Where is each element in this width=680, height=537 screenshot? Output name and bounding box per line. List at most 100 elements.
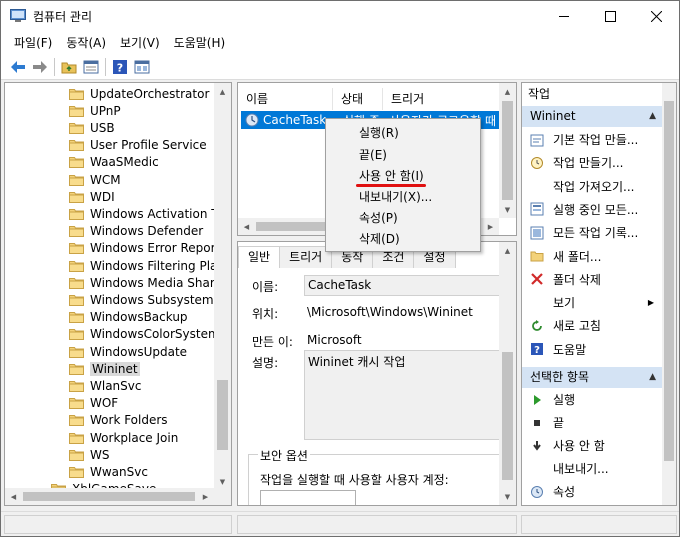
tree-item[interactable]: Work Folders: [69, 412, 231, 429]
scroll-thumb[interactable]: [217, 380, 228, 450]
scroll-thumb[interactable]: [664, 101, 674, 461]
actions-vertical-scrollbar[interactable]: [662, 83, 676, 505]
menu-run[interactable]: 실행(R): [359, 123, 399, 144]
scroll-up-arrow-icon[interactable]: ▲: [499, 242, 516, 259]
tree-item-label: WDI: [90, 189, 115, 204]
column-trigger[interactable]: 트리거: [383, 88, 516, 110]
action-item[interactable]: 새로 고침: [522, 315, 662, 336]
tree-item-label: WindowsUpdate: [90, 344, 188, 359]
properties-button[interactable]: [80, 56, 102, 78]
show-hide-pane-icon: [134, 60, 150, 73]
scroll-right-arrow-icon[interactable]: ▶: [482, 218, 499, 235]
details-vertical-scrollbar[interactable]: ▲ ▼: [499, 242, 516, 505]
tree-item-label: WwanSvc: [90, 464, 148, 479]
actions-section-wininet[interactable]: Wininet ▲: [522, 106, 662, 127]
tree-item[interactable]: USB: [69, 119, 231, 136]
collapse-up-icon[interactable]: ▲: [649, 106, 656, 127]
scroll-thumb[interactable]: [23, 492, 195, 501]
action-item[interactable]: 사용 안 함: [522, 435, 662, 456]
scroll-up-arrow-icon[interactable]: ▲: [214, 83, 231, 100]
folder-icon: [69, 380, 84, 392]
tab-general[interactable]: 일반: [238, 246, 281, 268]
menu-delete[interactable]: 삭제(D): [359, 229, 400, 250]
action-item[interactable]: ? 도움말: [522, 339, 662, 360]
description-field[interactable]: Wininet 캐시 작업: [304, 350, 500, 440]
maximize-button[interactable]: [587, 1, 633, 32]
tree-item[interactable]: Workplace Join: [69, 429, 231, 446]
tree-item[interactable]: WindowsBackup: [69, 309, 231, 326]
action-item[interactable]: 속성: [522, 481, 662, 502]
action-item[interactable]: 모든 작업 기록...: [522, 222, 662, 243]
action-item[interactable]: 작업 만들기...: [522, 152, 662, 173]
tree-item[interactable]: Windows Activation Technologies: [69, 205, 231, 222]
tree-item[interactable]: Windows Media Sharing: [69, 274, 231, 291]
menu-help[interactable]: 도움말(H): [167, 32, 233, 54]
tree-item[interactable]: WS: [69, 446, 231, 463]
back-button[interactable]: [7, 56, 29, 78]
tree-item[interactable]: User Profile Service: [69, 137, 231, 154]
tree-item[interactable]: WDI: [69, 188, 231, 205]
folder-icon: [69, 122, 84, 134]
task-history-icon: [530, 226, 544, 240]
name-field[interactable]: CacheTask: [304, 275, 500, 296]
tree-item[interactable]: WCM: [69, 171, 231, 188]
scroll-up-arrow-icon[interactable]: ▲: [499, 83, 516, 100]
forward-button[interactable]: [29, 56, 51, 78]
tree-item[interactable]: UpdateOrchestrator: [69, 85, 231, 102]
up-folder-button[interactable]: [58, 56, 80, 78]
column-status[interactable]: 상태: [333, 88, 383, 110]
help-button[interactable]: ?: [109, 56, 131, 78]
user-account-field[interactable]: [260, 490, 356, 505]
action-item[interactable]: 실행: [522, 389, 662, 410]
tree-item[interactable]: WindowsColorSystem: [69, 326, 231, 343]
delete-folder-icon: [530, 272, 544, 286]
tree-item[interactable]: WlanSvc: [69, 377, 231, 394]
tree-horizontal-scrollbar[interactable]: ◀ ▶: [5, 488, 231, 505]
folder-icon: [69, 191, 84, 203]
tree-item[interactable]: WwanSvc: [69, 463, 231, 480]
action-item[interactable]: 작업 가져오기...: [522, 176, 662, 197]
tree-item[interactable]: Wininet: [69, 360, 231, 377]
folder-icon: [69, 449, 84, 461]
scroll-thumb[interactable]: [502, 101, 513, 200]
menu-export[interactable]: 내보내기(X)...: [359, 187, 432, 208]
tree-item[interactable]: Windows Defender: [69, 223, 231, 240]
action-item[interactable]: 보기 ▶: [522, 292, 662, 313]
scroll-left-arrow-icon[interactable]: ◀: [238, 218, 255, 235]
tree-item[interactable]: UPnP: [69, 102, 231, 119]
action-item[interactable]: 끝: [522, 412, 662, 433]
show-hide-pane-button[interactable]: [131, 56, 153, 78]
menu-action[interactable]: 동작(A): [59, 32, 113, 54]
create-task-icon: [530, 156, 544, 170]
minimize-button[interactable]: [541, 1, 587, 32]
action-item[interactable]: 내보내기...: [522, 458, 662, 479]
action-item[interactable]: 기본 작업 만들...: [522, 129, 662, 150]
tree-item[interactable]: WaaSMedic: [69, 154, 231, 171]
menu-end[interactable]: 끝(E): [359, 145, 387, 166]
task-list-header: 이름 상태 트리거: [238, 88, 516, 110]
scroll-down-arrow-icon[interactable]: ▼: [499, 201, 516, 218]
action-item[interactable]: 실행 중인 모든...: [522, 199, 662, 220]
menu-file[interactable]: 파일(F): [7, 32, 59, 54]
tree-vertical-scrollbar[interactable]: ▲ ▼: [214, 83, 231, 490]
tree-item[interactable]: Windows Error Reporting: [69, 240, 231, 257]
tree-item[interactable]: Windows Filtering Platform: [69, 257, 231, 274]
scroll-right-arrow-icon[interactable]: ▶: [197, 488, 214, 505]
scroll-down-arrow-icon[interactable]: ▼: [499, 488, 516, 505]
task-list-vertical-scrollbar[interactable]: ▲ ▼: [499, 83, 516, 218]
tree-item[interactable]: WindowsUpdate: [69, 343, 231, 360]
tree-item[interactable]: WOF: [69, 395, 231, 412]
actions-section-selected[interactable]: 선택한 항목 ▲: [522, 367, 662, 388]
tree-item[interactable]: Windows Subsystem For Linux: [69, 291, 231, 308]
menu-properties[interactable]: 속성(P): [359, 208, 398, 229]
column-name[interactable]: 이름: [238, 88, 333, 110]
scroll-thumb[interactable]: [502, 352, 513, 480]
action-item[interactable]: 삭제: [522, 504, 662, 505]
action-item[interactable]: 새 폴더...: [522, 246, 662, 267]
close-button[interactable]: [633, 1, 679, 32]
action-item[interactable]: 폴더 삭제: [522, 269, 662, 290]
menu-view[interactable]: 보기(V): [113, 32, 167, 54]
collapse-up-icon[interactable]: ▲: [649, 367, 656, 388]
folder-tree-pane[interactable]: UpdateOrchestrator UPnP USB User Profile Se…: [4, 82, 232, 506]
scroll-left-arrow-icon[interactable]: ◀: [5, 488, 22, 505]
